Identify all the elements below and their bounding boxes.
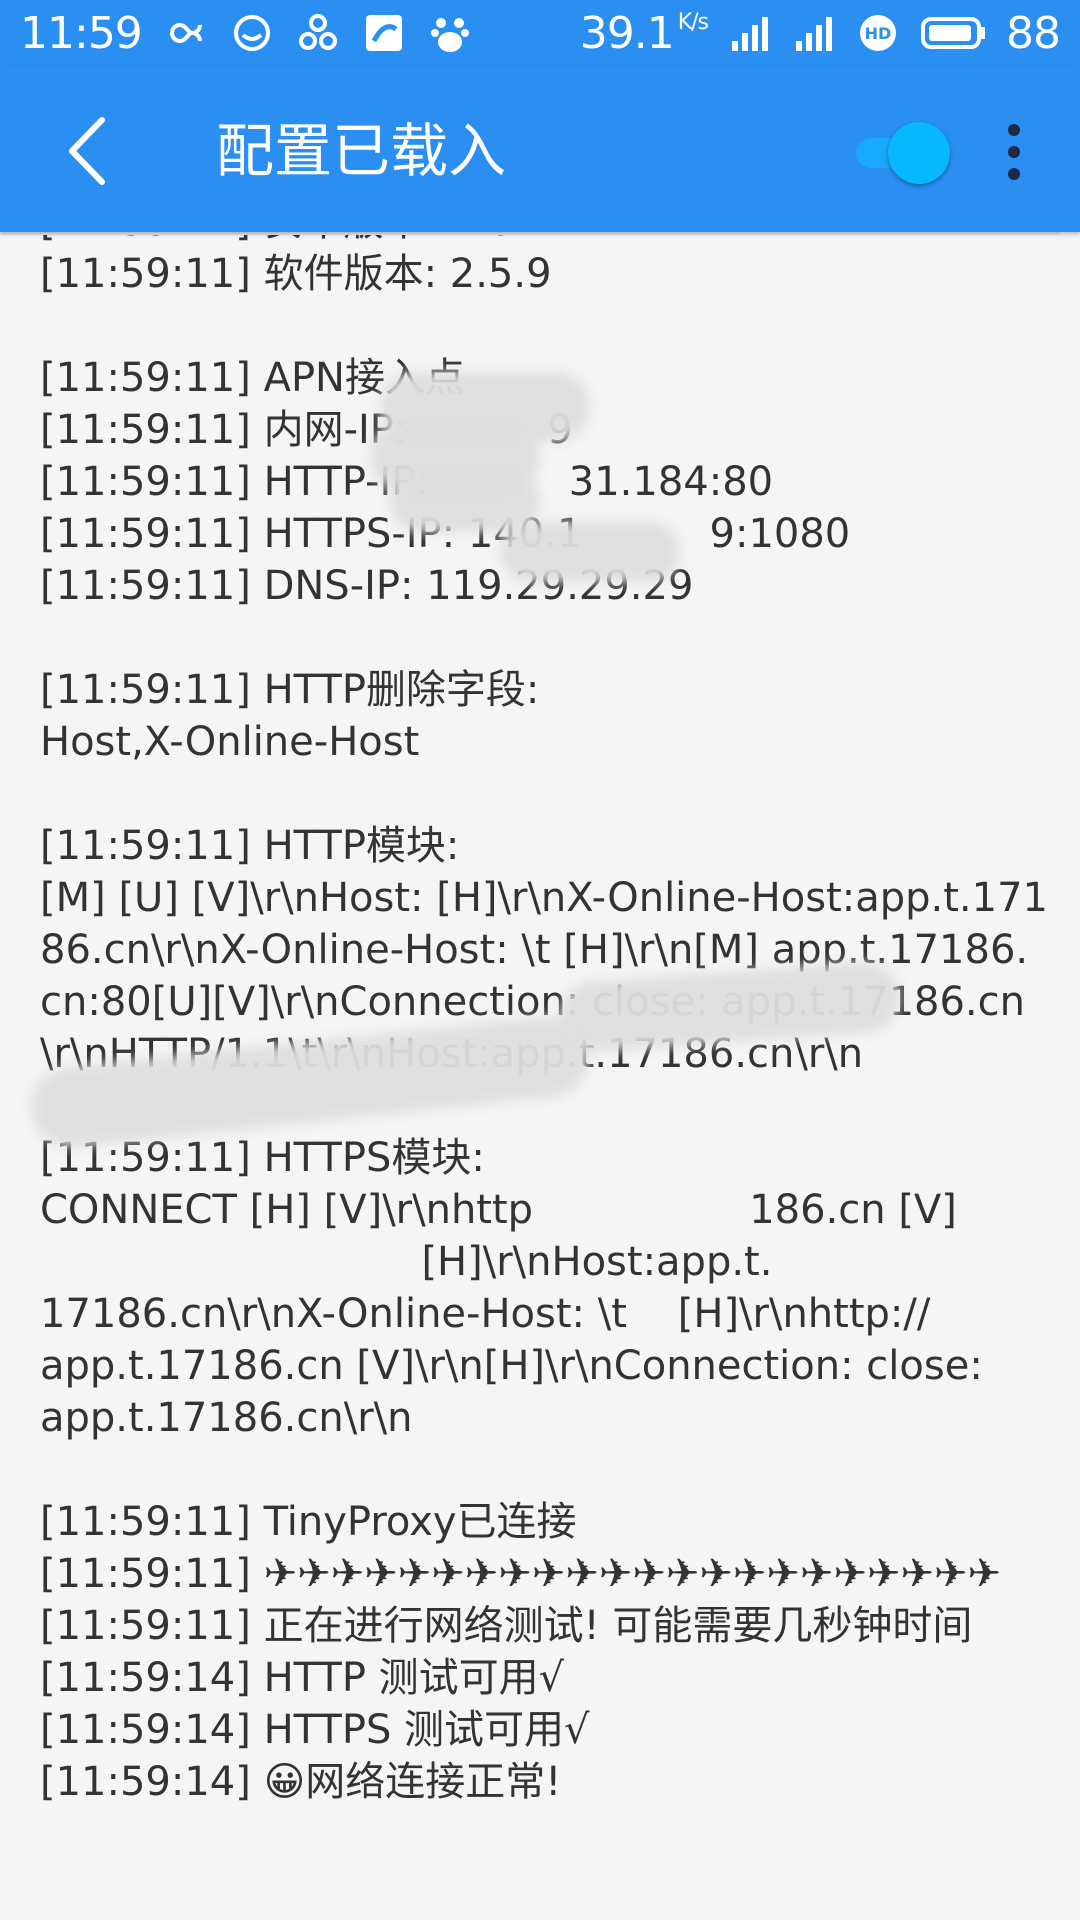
log-line: [11:59:11] 软件版本: 2.5.9 [40, 251, 552, 297]
svg-text:HD: HD [865, 24, 892, 43]
battery-icon [920, 11, 986, 55]
divider [0, 232, 1060, 235]
baidu-icon [428, 11, 472, 55]
log-line: [11:59:14] 😀网络连接正常! [40, 1759, 562, 1805]
hd-icon: HD [856, 11, 900, 55]
log-line: 17186.cn\r\nX-Online-Host: \t [H]\r\nhtt… [40, 1291, 931, 1337]
notification-icons [164, 11, 472, 55]
back-button[interactable] [48, 106, 128, 196]
log-panel[interactable]: [11:59:11] 安卓版本: 7.0[11:59:11] 软件版本: 2.5… [0, 232, 1080, 1920]
log-line: [H]\r\nHost:app.t. [40, 1239, 773, 1285]
toggle-knob [888, 122, 950, 184]
signal-icon [728, 11, 772, 55]
log-line: [11:59:11] HTTPS模块: [40, 1135, 485, 1181]
log-line: [11:59:11] HTTP删除字段: [40, 667, 540, 713]
menu-dot-icon [1008, 168, 1020, 180]
chevron-left-icon [69, 117, 105, 185]
log-line: app.t.17186.cn\r\n [40, 1395, 413, 1441]
4g-signal-icon [792, 11, 836, 55]
log-line: [11:59:11] HTTP模块: [40, 823, 460, 869]
redaction-blur [390, 472, 540, 532]
log-line: Host,X-Online-Host [40, 719, 420, 765]
log-line: CONNECT [H] [V]\r\nhttp 186.cn [V] [40, 1187, 957, 1233]
page-title: 配置已载入 [216, 117, 507, 185]
log-line: [11:59:11] TinyProxy已连接 [40, 1499, 577, 1545]
menu-dot-icon [1008, 146, 1020, 158]
proxy-toggle[interactable] [852, 122, 958, 184]
log-line: [11:59:14] HTTP 测试可用√ [40, 1655, 565, 1701]
overflow-menu-button[interactable] [990, 122, 1038, 182]
status-right: 39.1 K/s HD 88 [579, 7, 1061, 59]
status-bar: 11:59 39.1 K/s HD 88 [0, 0, 1080, 66]
battery-level: 88 [1006, 7, 1061, 59]
log-line: [11:59:11] HTTP-IP: 31.184:80 [40, 459, 774, 505]
uc-browser-icon [362, 11, 406, 55]
redaction-blur [500, 522, 680, 582]
infinity-icon [164, 11, 208, 55]
log-line: [11:59:14] HTTPS 测试可用√ [40, 1707, 590, 1753]
chat-icon [230, 11, 274, 55]
status-time: 11:59 [20, 7, 143, 59]
network-speed: 39.1 K/s [579, 7, 709, 59]
log-line: [11:59:11] 正在进行网络测试! 可能需要几秒钟时间 [40, 1603, 973, 1649]
log-line: app.t.17186.cn [V]\r\n[H]\r\nConnection:… [40, 1343, 983, 1389]
log-line: [11:59:11] ✈✈✈✈✈✈✈✈✈✈✈✈✈✈✈✈✈✈✈✈✈✈ [40, 1551, 1001, 1597]
app-bar: 配置已载入 [0, 66, 1080, 232]
menu-dot-icon [1008, 124, 1020, 136]
share-icon [296, 11, 340, 55]
